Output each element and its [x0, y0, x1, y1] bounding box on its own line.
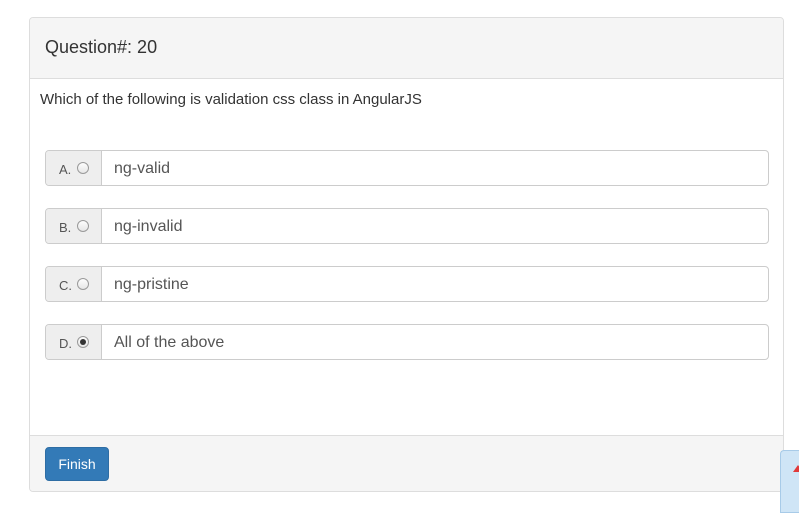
- option-b-radio[interactable]: [77, 220, 89, 232]
- option-c-radio[interactable]: [77, 278, 89, 290]
- option-d[interactable]: D. All of the above: [45, 324, 769, 360]
- option-c[interactable]: C. ng-pristine: [45, 266, 769, 302]
- question-number: Question#: 20: [45, 37, 158, 57]
- option-b-letter: B.: [59, 220, 72, 235]
- option-c-addon: C.: [46, 267, 102, 301]
- option-c-letter: C.: [59, 278, 72, 293]
- option-a-text: ng-valid: [114, 160, 171, 177]
- option-d-addon: D.: [46, 325, 102, 359]
- option-a[interactable]: A. ng-valid: [45, 150, 769, 186]
- option-d-letter: D.: [59, 336, 72, 351]
- option-b-addon: B.: [46, 209, 102, 243]
- option-a-letter: A.: [59, 162, 72, 177]
- scroll-to-top-button[interactable]: [780, 450, 799, 513]
- panel-footer: Finish: [30, 435, 783, 491]
- option-b[interactable]: B. ng-invalid: [45, 208, 769, 244]
- question-panel: Question#: 20 Which of the following is …: [29, 17, 784, 492]
- option-a-radio[interactable]: [77, 162, 89, 174]
- option-a-addon: A.: [46, 151, 102, 185]
- arrow-up-icon: [793, 465, 799, 472]
- option-d-radio[interactable]: [77, 336, 89, 348]
- option-c-text: ng-pristine: [114, 276, 189, 293]
- option-b-text: ng-invalid: [114, 218, 183, 235]
- panel-heading: Question#: 20: [30, 18, 783, 79]
- option-d-text: All of the above: [114, 334, 225, 351]
- finish-button[interactable]: Finish: [45, 447, 109, 481]
- question-text: Which of the following is validation css…: [40, 91, 422, 108]
